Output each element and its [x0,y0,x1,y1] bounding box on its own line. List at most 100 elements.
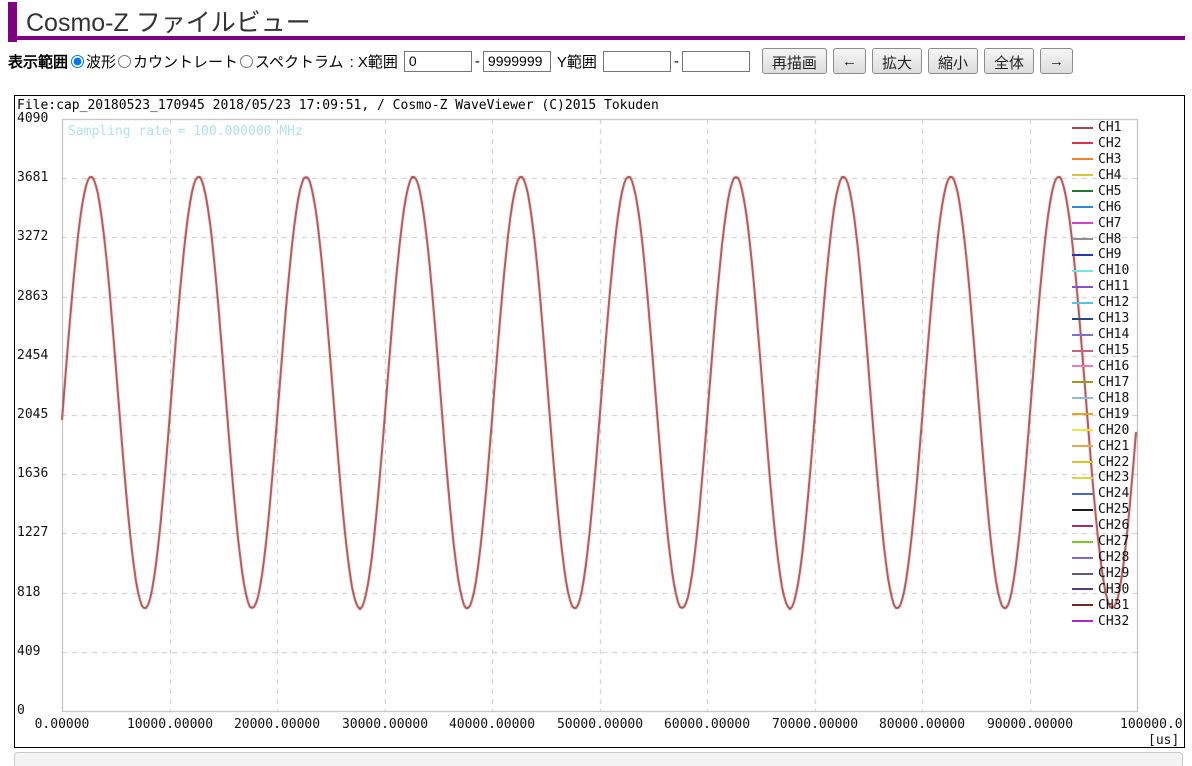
legend-item-ch12: CH12 [1072,295,1129,311]
legend-color-swatch [1072,302,1093,304]
legend-channel-label: CH12 [1098,295,1129,310]
legend-color-swatch [1072,365,1093,367]
legend-channel-label: CH9 [1098,247,1121,262]
y-axis-tick-label: 3272 [17,229,48,245]
y-axis-tick-label: 409 [17,644,40,660]
legend-channel-label: CH19 [1098,407,1129,422]
legend-channel-label: CH27 [1098,534,1129,549]
legend-channel-label: CH17 [1098,375,1129,390]
y-axis-tick-label: 818 [17,585,40,601]
y-axis-tick-label: 3681 [17,170,48,186]
bottom-panel-edge [14,752,1183,766]
legend-item-ch22: CH22 [1072,454,1129,470]
radio-spectrum-input[interactable] [240,55,253,68]
radio-waveform[interactable]: 波形 [71,51,116,72]
legend-item-ch21: CH21 [1072,438,1129,454]
legend-item-ch20: CH20 [1072,422,1129,438]
y-axis-tick-label: 2454 [17,348,48,364]
full-view-button[interactable]: 全体 [984,48,1034,74]
xrange-min-input[interactable] [404,51,472,72]
legend-item-ch4: CH4 [1072,167,1121,183]
legend-item-ch9: CH9 [1072,247,1121,263]
legend-channel-label: CH14 [1098,327,1129,342]
legend-item-ch24: CH24 [1072,486,1129,502]
legend-color-swatch [1072,158,1093,160]
legend-item-ch6: CH6 [1072,199,1121,215]
legend-item-ch25: CH25 [1072,502,1129,518]
legend-color-swatch [1072,190,1093,192]
radio-countrate-input[interactable] [118,55,131,68]
legend-color-swatch [1072,222,1093,224]
radio-waveform-input[interactable] [71,55,84,68]
waveform-chart-frame: File:cap_20180523_170945 2018/05/23 17:0… [14,95,1185,748]
legend-color-swatch [1072,509,1093,511]
legend-color-swatch [1072,413,1093,415]
x-axis-tick-label: 100000.0 [1120,717,1183,732]
yrange-max-input[interactable] [682,51,750,72]
x-axis-tick-label: 90000.00000 [987,717,1073,732]
legend-channel-label: CH31 [1098,598,1129,613]
legend-channel-label: CH13 [1098,311,1129,326]
legend-item-ch19: CH19 [1072,406,1129,422]
x-axis-unit-label: [us] [1148,733,1179,748]
radio-spectrum-label: スペクトラム [255,51,344,72]
x-axis-tick-label: 10000.00000 [127,717,213,732]
legend-color-swatch [1072,127,1093,129]
legend-channel-label: CH22 [1098,455,1129,470]
legend-channel-label: CH1 [1098,120,1121,135]
legend-color-swatch [1072,381,1093,383]
legend-channel-label: CH10 [1098,263,1129,278]
redraw-button[interactable]: 再描画 [762,48,827,74]
legend-channel-label: CH2 [1098,136,1121,151]
legend-item-ch2: CH2 [1072,135,1121,151]
legend-item-ch29: CH29 [1072,566,1129,582]
yrange-min-input[interactable] [603,51,671,72]
legend-color-swatch [1072,557,1093,559]
display-range-label: 表示範囲 [8,51,68,72]
radio-spectrum[interactable]: スペクトラム [240,51,344,72]
y-axis-tick-label: 2863 [17,289,48,305]
xrange-max-input[interactable] [483,51,551,72]
controls-bar: 表示範囲 波形 カウントレート スペクトラム : X範囲 - Y範囲 - 再描画… [8,46,1073,76]
legend-color-swatch [1072,254,1093,256]
legend-color-swatch [1072,541,1093,543]
legend-channel-label: CH6 [1098,200,1121,215]
legend-channel-label: CH15 [1098,343,1129,358]
x-axis-tick-label: 70000.00000 [772,717,858,732]
legend-item-ch26: CH26 [1072,518,1129,534]
x-axis-tick-label: 50000.00000 [557,717,643,732]
legend-color-swatch [1072,334,1093,336]
legend-color-swatch [1072,588,1093,590]
legend-color-swatch [1072,238,1093,240]
sampling-rate-annotation: Sampling rate = 100.000000 MHz [68,124,303,139]
legend-channel-label: CH23 [1098,470,1129,485]
legend-color-swatch [1072,142,1093,144]
legend-channel-label: CH24 [1098,486,1129,501]
legend-color-swatch [1072,493,1093,495]
radio-countrate[interactable]: カウントレート [118,51,238,72]
legend-item-ch7: CH7 [1072,215,1121,231]
y-axis-tick-label: 0 [17,703,25,719]
legend-item-ch13: CH13 [1072,311,1129,327]
zoom-in-button[interactable]: 拡大 [872,48,922,74]
legend-color-swatch [1072,429,1093,431]
legend-item-ch17: CH17 [1072,374,1129,390]
legend-color-swatch [1072,397,1093,399]
zoom-out-button[interactable]: 縮小 [928,48,978,74]
legend-color-swatch [1072,286,1093,288]
title-rule [8,36,1185,40]
legend-item-ch30: CH30 [1072,581,1129,597]
scroll-left-button[interactable]: ← [833,48,866,74]
legend-channel-label: CH11 [1098,279,1129,294]
scroll-right-button[interactable]: → [1040,48,1073,74]
x-axis-tick-label: 0.00000 [35,717,90,732]
legend-channel-label: CH32 [1098,614,1129,629]
legend-channel-label: CH8 [1098,232,1121,247]
legend-channel-label: CH20 [1098,423,1129,438]
legend-color-swatch [1072,573,1093,575]
legend-color-swatch [1072,604,1093,606]
xrange-label: : X範囲 [350,51,398,72]
legend-color-swatch [1072,461,1093,463]
legend-channel-label: CH3 [1098,152,1121,167]
legend-channel-label: CH7 [1098,216,1121,231]
